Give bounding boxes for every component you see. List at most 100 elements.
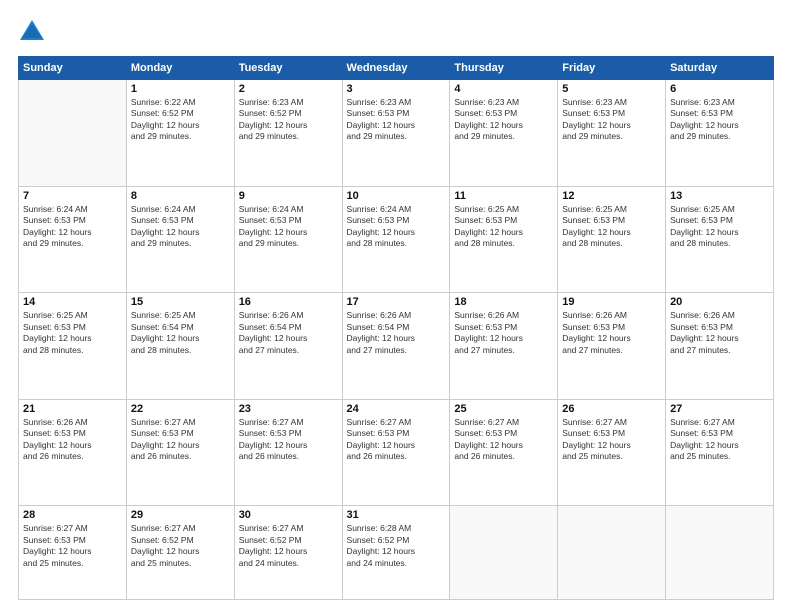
day-info: Sunrise: 6:27 AM Sunset: 6:53 PM Dayligh…	[347, 417, 446, 463]
calendar-cell: 30 Sunrise: 6:27 AM Sunset: 6:52 PM Dayli…	[234, 506, 342, 600]
calendar-cell: 7Sunrise: 6:24 AM Sunset: 6:53 PM Daylig…	[19, 186, 127, 293]
day-info: Sunrise: 6:25 AM Sunset: 6:53 PM Dayligh…	[454, 204, 553, 250]
day-number: 24	[347, 403, 446, 415]
day-info: Sunrise: 6:24 AM Sunset: 6:53 PM Dayligh…	[131, 204, 230, 250]
day-info: Sunrise: 6:24 AM Sunset: 6:53 PM Dayligh…	[23, 204, 122, 250]
day-number: 28	[23, 509, 122, 521]
calendar-cell: 10Sunrise: 6:24 AM Sunset: 6:53 PM Dayli…	[342, 186, 450, 293]
calendar-cell: 29 Sunrise: 6:27 AM Sunset: 6:52 PM Dayli…	[126, 506, 234, 600]
calendar-week-row: 7Sunrise: 6:24 AM Sunset: 6:53 PM Daylig…	[19, 186, 774, 293]
calendar-cell: 4 Sunrise: 6:23 AM Sunset: 6:53 PM Daylig…	[450, 80, 558, 187]
day-info: Sunrise: 6:26 AM Sunset: 6:53 PM Dayligh…	[562, 310, 661, 356]
day-info: Sunrise: 6:26 AM Sunset: 6:54 PM Dayligh…	[239, 310, 338, 356]
weekday-header-thursday: Thursday	[450, 57, 558, 80]
day-number: 18	[454, 296, 553, 308]
calendar-cell: 31 Sunrise: 6:28 AM Sunset: 6:52 PM Dayli…	[342, 506, 450, 600]
calendar-cell: 2Sunrise: 6:23 AM Sunset: 6:52 PM Daylig…	[234, 80, 342, 187]
day-info: Sunrise: 6:27 AM Sunset: 6:52 PM Dayligh…	[239, 523, 338, 569]
calendar-week-row: 1 Sunrise: 6:22 AM Sunset: 6:52 PM Daylig…	[19, 80, 774, 187]
calendar-cell: 20Sunrise: 6:26 AM Sunset: 6:53 PM Dayli…	[666, 293, 774, 400]
day-number: 27	[670, 403, 769, 415]
day-info: Sunrise: 6:27 AM Sunset: 6:53 PM Dayligh…	[239, 417, 338, 463]
calendar-cell: 28 Sunrise: 6:27 AM Sunset: 6:53 PM Dayli…	[19, 506, 127, 600]
day-number: 1	[131, 83, 230, 95]
day-number: 11	[454, 190, 553, 202]
day-info: Sunrise: 6:27 AM Sunset: 6:53 PM Dayligh…	[454, 417, 553, 463]
weekday-header-saturday: Saturday	[666, 57, 774, 80]
calendar-week-row: 14Sunrise: 6:25 AM Sunset: 6:53 PM Dayli…	[19, 293, 774, 400]
day-number: 12	[562, 190, 661, 202]
day-number: 19	[562, 296, 661, 308]
logo-icon	[18, 18, 46, 46]
calendar-cell: 11 Sunrise: 6:25 AM Sunset: 6:53 PM Dayli…	[450, 186, 558, 293]
weekday-header-wednesday: Wednesday	[342, 57, 450, 80]
day-number: 17	[347, 296, 446, 308]
weekday-header-sunday: Sunday	[19, 57, 127, 80]
day-info: Sunrise: 6:28 AM Sunset: 6:52 PM Dayligh…	[347, 523, 446, 569]
page: SundayMondayTuesdayWednesdayThursdayFrid…	[0, 0, 792, 612]
day-info: Sunrise: 6:26 AM Sunset: 6:53 PM Dayligh…	[670, 310, 769, 356]
day-number: 31	[347, 509, 446, 521]
day-number: 26	[562, 403, 661, 415]
calendar-cell: 1 Sunrise: 6:22 AM Sunset: 6:52 PM Daylig…	[126, 80, 234, 187]
day-info: Sunrise: 6:25 AM Sunset: 6:53 PM Dayligh…	[23, 310, 122, 356]
calendar-cell: 22 Sunrise: 6:27 AM Sunset: 6:53 PM Dayli…	[126, 399, 234, 506]
day-number: 22	[131, 403, 230, 415]
calendar-cell: 8 Sunrise: 6:24 AM Sunset: 6:53 PM Daylig…	[126, 186, 234, 293]
day-number: 13	[670, 190, 769, 202]
day-number: 6	[670, 83, 769, 95]
calendar-cell	[450, 506, 558, 600]
calendar-cell: 27 Sunrise: 6:27 AM Sunset: 6:53 PM Dayli…	[666, 399, 774, 506]
day-number: 8	[131, 190, 230, 202]
day-info: Sunrise: 6:27 AM Sunset: 6:53 PM Dayligh…	[131, 417, 230, 463]
calendar-cell: 26 Sunrise: 6:27 AM Sunset: 6:53 PM Dayli…	[558, 399, 666, 506]
day-info: Sunrise: 6:26 AM Sunset: 6:53 PM Dayligh…	[23, 417, 122, 463]
day-number: 30	[239, 509, 338, 521]
day-info: Sunrise: 6:26 AM Sunset: 6:53 PM Dayligh…	[454, 310, 553, 356]
calendar-cell: 3Sunrise: 6:23 AM Sunset: 6:53 PM Daylig…	[342, 80, 450, 187]
calendar-cell: 15Sunrise: 6:25 AM Sunset: 6:54 PM Dayli…	[126, 293, 234, 400]
weekday-header-tuesday: Tuesday	[234, 57, 342, 80]
day-info: Sunrise: 6:25 AM Sunset: 6:53 PM Dayligh…	[670, 204, 769, 250]
weekday-header-monday: Monday	[126, 57, 234, 80]
calendar-week-row: 21 Sunrise: 6:26 AM Sunset: 6:53 PM Dayli…	[19, 399, 774, 506]
calendar-cell	[558, 506, 666, 600]
calendar-cell: 13 Sunrise: 6:25 AM Sunset: 6:53 PM Dayli…	[666, 186, 774, 293]
day-info: Sunrise: 6:27 AM Sunset: 6:53 PM Dayligh…	[670, 417, 769, 463]
day-number: 4	[454, 83, 553, 95]
calendar-cell: 9 Sunrise: 6:24 AM Sunset: 6:53 PM Daylig…	[234, 186, 342, 293]
calendar-cell: 17 Sunrise: 6:26 AM Sunset: 6:54 PM Dayli…	[342, 293, 450, 400]
day-info: Sunrise: 6:27 AM Sunset: 6:53 PM Dayligh…	[23, 523, 122, 569]
calendar-cell: 14Sunrise: 6:25 AM Sunset: 6:53 PM Dayli…	[19, 293, 127, 400]
day-number: 23	[239, 403, 338, 415]
day-number: 21	[23, 403, 122, 415]
calendar-cell: 25 Sunrise: 6:27 AM Sunset: 6:53 PM Dayli…	[450, 399, 558, 506]
calendar-cell	[666, 506, 774, 600]
day-number: 9	[239, 190, 338, 202]
day-info: Sunrise: 6:23 AM Sunset: 6:53 PM Dayligh…	[454, 97, 553, 143]
day-info: Sunrise: 6:23 AM Sunset: 6:53 PM Dayligh…	[347, 97, 446, 143]
day-info: Sunrise: 6:24 AM Sunset: 6:53 PM Dayligh…	[239, 204, 338, 250]
day-info: Sunrise: 6:26 AM Sunset: 6:54 PM Dayligh…	[347, 310, 446, 356]
calendar-cell: 5Sunrise: 6:23 AM Sunset: 6:53 PM Daylig…	[558, 80, 666, 187]
weekday-header-friday: Friday	[558, 57, 666, 80]
calendar-cell: 23 Sunrise: 6:27 AM Sunset: 6:53 PM Dayli…	[234, 399, 342, 506]
day-info: Sunrise: 6:27 AM Sunset: 6:53 PM Dayligh…	[562, 417, 661, 463]
header	[18, 18, 774, 46]
calendar-cell: 24 Sunrise: 6:27 AM Sunset: 6:53 PM Dayli…	[342, 399, 450, 506]
weekday-header-row: SundayMondayTuesdayWednesdayThursdayFrid…	[19, 57, 774, 80]
day-number: 5	[562, 83, 661, 95]
day-info: Sunrise: 6:23 AM Sunset: 6:52 PM Dayligh…	[239, 97, 338, 143]
calendar-cell: 16 Sunrise: 6:26 AM Sunset: 6:54 PM Dayli…	[234, 293, 342, 400]
calendar-cell: 12 Sunrise: 6:25 AM Sunset: 6:53 PM Dayli…	[558, 186, 666, 293]
day-number: 16	[239, 296, 338, 308]
day-number: 25	[454, 403, 553, 415]
calendar-cell	[19, 80, 127, 187]
logo	[18, 18, 50, 46]
day-info: Sunrise: 6:27 AM Sunset: 6:52 PM Dayligh…	[131, 523, 230, 569]
day-info: Sunrise: 6:25 AM Sunset: 6:53 PM Dayligh…	[562, 204, 661, 250]
day-number: 10	[347, 190, 446, 202]
calendar-cell: 21 Sunrise: 6:26 AM Sunset: 6:53 PM Dayli…	[19, 399, 127, 506]
day-info: Sunrise: 6:22 AM Sunset: 6:52 PM Dayligh…	[131, 97, 230, 143]
day-number: 29	[131, 509, 230, 521]
